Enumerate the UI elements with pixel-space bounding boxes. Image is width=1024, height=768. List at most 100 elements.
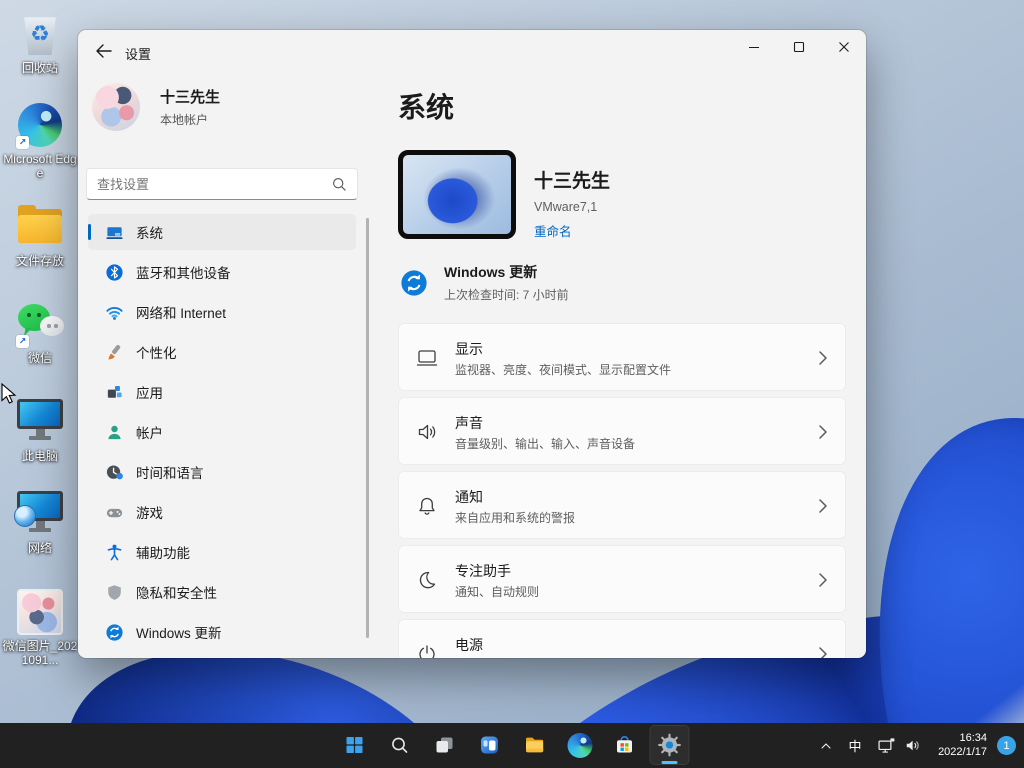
settings-button[interactable]	[649, 725, 690, 765]
card-power[interactable]: 电源 睡眠、电池使用情况、节电模式	[398, 619, 846, 658]
task-view-button[interactable]	[425, 725, 465, 765]
nav-item-bluetooth-devices[interactable]: 蓝牙和其他设备	[88, 254, 356, 290]
desktop-icon-edge[interactable]: ↗ Microsoft Edge	[2, 101, 78, 180]
nav-item-time-language[interactable]: 时间和语言	[88, 454, 356, 490]
page-title: 系统	[398, 92, 455, 123]
card-subtitle: 来自应用和系统的警报	[455, 511, 576, 525]
network-volume-button[interactable]	[870, 726, 930, 766]
sound-icon	[415, 420, 439, 444]
card-focus-assist[interactable]: 专注助手 通知、自动规则	[398, 545, 846, 613]
nav-label: Windows 更新	[136, 626, 222, 641]
update-title: Windows 更新	[444, 264, 538, 280]
chevron-right-icon	[815, 496, 831, 521]
window-title: 设置	[125, 47, 152, 62]
nav-label: 时间和语言	[136, 466, 204, 481]
card-notifications[interactable]: 通知 来自应用和系统的警报	[398, 471, 846, 539]
network-icon	[14, 490, 64, 538]
windows-update-banner[interactable]: Windows 更新 上次检查时间: 7 小时前	[400, 262, 569, 303]
desktop-icon-network[interactable]: 网络	[2, 490, 78, 555]
nav-label: 应用	[136, 386, 163, 401]
card-title: 通知	[455, 489, 483, 505]
nav-item-accessibility[interactable]: 辅助功能	[88, 534, 356, 570]
mouse-cursor	[0, 382, 18, 410]
user-profile[interactable]: 十三先生 本地帐户	[92, 83, 220, 131]
card-title: 专注助手	[455, 563, 511, 579]
volume-icon	[906, 740, 919, 751]
chevron-up-icon	[821, 742, 831, 749]
clock-icon	[104, 462, 124, 482]
task-view-icon	[436, 737, 453, 753]
nav-item-windows-update[interactable]: Windows 更新	[88, 614, 356, 650]
avatar	[92, 83, 140, 131]
device-info: 十三先生 VMware7,1 重命名	[398, 150, 610, 240]
desktop-icon-image-file[interactable]: 微信图片_2021091...	[2, 588, 78, 667]
apps-icon	[104, 382, 124, 402]
card-display[interactable]: 显示 监视器、亮度、夜间模式、显示配置文件	[398, 323, 846, 391]
desktop-icon-recycle-bin[interactable]: ♻ 回收站	[2, 10, 78, 75]
chevron-right-icon	[815, 422, 831, 447]
desktop-icon-label: 网络	[27, 541, 52, 555]
ime-indicator[interactable]: 中	[840, 726, 870, 766]
chevron-right-icon	[815, 348, 831, 373]
device-model: VMware7,1	[534, 200, 598, 214]
windows-update-icon	[104, 622, 124, 642]
nav-item-personalization[interactable]: 个性化	[88, 334, 356, 370]
power-icon	[415, 642, 439, 658]
tray-time: 16:34	[959, 732, 987, 744]
nav-item-accounts[interactable]: 帐户	[88, 414, 356, 450]
recycle-bin-icon: ♻	[16, 10, 64, 58]
edge-icon	[567, 732, 592, 758]
wechat-icon: ↗	[16, 300, 64, 348]
widgets-icon	[481, 736, 498, 754]
device-name: 十三先生	[534, 171, 611, 192]
search-icon	[332, 177, 347, 192]
rename-link[interactable]: 重命名	[534, 221, 610, 240]
desktop-icon-wechat[interactable]: ↗ 微信	[2, 300, 78, 365]
desktop-icon-folder[interactable]: 文件存放	[2, 203, 78, 268]
card-sound[interactable]: 声音 音量级别、输出、输入、声音设备	[398, 397, 846, 465]
ethernet-icon	[878, 738, 895, 753]
nav-label: 网络和 Internet	[136, 306, 227, 321]
back-arrow-icon	[95, 44, 112, 58]
nav-item-gaming[interactable]: 游戏	[88, 494, 356, 530]
file-explorer-button[interactable]	[515, 725, 555, 765]
search-button[interactable]	[380, 725, 420, 765]
start-button[interactable]	[335, 725, 375, 765]
desktop-icon-label: 回收站	[21, 61, 58, 75]
edge-button[interactable]	[560, 725, 600, 765]
gear-icon	[658, 733, 681, 757]
tray-overflow-button[interactable]	[812, 726, 840, 766]
desktop-icon-label: 文件存放	[15, 254, 64, 268]
back-button[interactable]	[86, 36, 120, 66]
card-subtitle: 通知、自动规则	[455, 585, 540, 599]
nav-label: 系统	[136, 226, 163, 241]
notification-badge[interactable]: 1	[997, 736, 1016, 755]
update-status: 上次检查时间: 7 小时前	[444, 288, 569, 302]
wifi-icon	[104, 302, 124, 322]
store-button[interactable]	[605, 725, 645, 765]
nav-item-apps[interactable]: 应用	[88, 374, 356, 410]
shield-icon	[104, 582, 124, 602]
recycle-glyph: ♻	[30, 21, 50, 46]
nav-label: 辅助功能	[136, 546, 190, 561]
nav-label: 游戏	[136, 506, 163, 521]
account-icon	[104, 422, 124, 442]
settings-nav: 系统 蓝牙和其他设备 网络和 Internet 个性化 应用 帐户 时间和语言 …	[88, 214, 356, 654]
clock[interactable]: 16:34 2022/1/17	[930, 726, 995, 766]
desktop-icon-label: 此电脑	[21, 449, 58, 463]
gamepad-icon	[104, 502, 124, 522]
nav-item-system[interactable]: 系统	[88, 214, 356, 250]
ime-label: 中	[848, 739, 862, 754]
settings-search-box[interactable]	[86, 168, 358, 200]
settings-window: 设置 十三先生 本地帐户 查找设置 系统 蓝牙和其他设备 网络和 Interne…	[78, 30, 866, 658]
nav-item-privacy-security[interactable]: 隐私和安全性	[88, 574, 356, 610]
widgets-button[interactable]	[470, 725, 510, 765]
display-icon	[415, 346, 439, 370]
store-icon	[617, 736, 632, 753]
folder-icon	[16, 203, 64, 251]
active-app-indicator	[661, 761, 678, 764]
nav-item-network-internet[interactable]: 网络和 Internet	[88, 294, 356, 330]
sidebar-scrollbar[interactable]	[366, 218, 369, 638]
search-input[interactable]	[87, 176, 332, 192]
accessibility-icon	[104, 542, 124, 562]
